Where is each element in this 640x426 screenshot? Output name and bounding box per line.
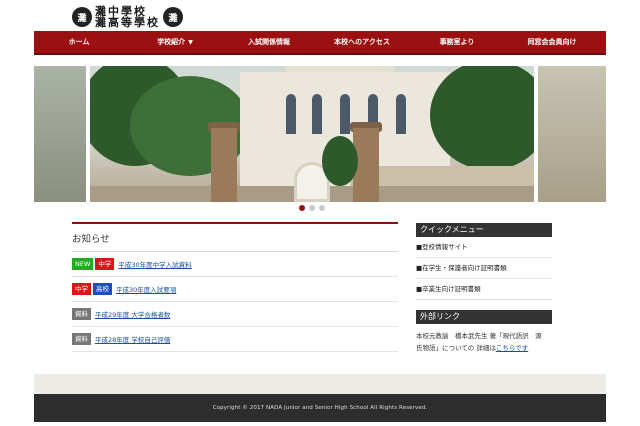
document-badge: 資料 <box>72 333 91 345</box>
slider-dot[interactable] <box>299 205 305 211</box>
slider-dot[interactable] <box>309 205 315 211</box>
news-link[interactable]: 平成29年度 大学合格者数 <box>95 309 170 319</box>
crest-icon: 灘 <box>72 7 92 27</box>
logo-line-senior: 灘高等學校 <box>95 16 160 29</box>
nav-admissions[interactable]: 入試関係情報 <box>226 37 312 47</box>
nav-access-label: 本校へのアクセス <box>334 38 390 46</box>
quick-menu-item-attendance[interactable]: ■登校情報サイト <box>416 237 552 258</box>
window <box>312 94 322 134</box>
crest-icon: 灘 <box>163 7 183 27</box>
high-school-badge: 高校 <box>93 283 112 295</box>
news-item: 資料 平成28年度 学校自己評価 <box>72 327 398 352</box>
slider-dots <box>299 205 325 211</box>
nav-home[interactable]: ホーム <box>34 37 124 47</box>
external-links-line2: 氏物語」についての 詳細はこちらです <box>416 342 552 354</box>
slide-school-building-image <box>90 66 534 202</box>
nav-about[interactable]: 学校紹介 ▼ <box>124 37 226 47</box>
news-link[interactable]: 平成28年度 学校自己評価 <box>95 334 170 344</box>
main-nav: ホーム 学校紹介 ▼ 入試関係情報 本校へのアクセス 事務室より 同窓会会員向け <box>34 31 606 55</box>
page: 灘 灘中學校 灘高等學校 灘 ホーム 学校紹介 ▼ 入試関係情報 本校へのアクセス… <box>34 0 606 426</box>
slide-prev-image[interactable] <box>34 66 86 202</box>
slide-next-image[interactable] <box>538 66 606 202</box>
quick-menu-item-alumni-certificates[interactable]: ■卒業生向け証明書類 <box>416 279 552 300</box>
document-badge: 資料 <box>72 308 91 320</box>
new-badge: NEW <box>72 258 94 270</box>
caret-down-icon: ▼ <box>188 39 193 46</box>
footer: Copyright © 2017 NADA Junior and Senior … <box>34 394 606 422</box>
details-link[interactable]: こちらです <box>496 344 528 352</box>
external-links-line1: 本校元教諭 橋本武先生 著「現代語訳 源 <box>416 332 542 340</box>
news-section: お知らせ NEW 中学 平成30年度中学入試資料 中学 高校 平成30年度入試要… <box>72 222 398 352</box>
external-links: 外部リンク 本校元教諭 橋本武先生 著「現代語訳 源 氏物語」についての 詳細は… <box>416 310 552 354</box>
nav-access[interactable]: 本校へのアクセス <box>312 37 412 47</box>
window <box>396 94 406 134</box>
school-logo[interactable]: 灘 灘中學校 灘高等學校 灘 <box>72 4 183 30</box>
junior-high-badge: 中学 <box>95 258 115 270</box>
news-heading: お知らせ <box>72 224 398 252</box>
gate-pillar <box>211 128 237 202</box>
nav-admissions-label: 入試関係情報 <box>248 38 290 46</box>
junior-high-badge: 中学 <box>72 283 91 295</box>
logo-text: 灘中學校 灘高等學校 <box>95 6 160 28</box>
nav-office-label: 事務室より <box>439 38 475 46</box>
nav-home-label: ホーム <box>68 38 90 46</box>
slider-dot[interactable] <box>319 205 325 211</box>
nav-alumni[interactable]: 同窓会会員向け <box>502 37 602 47</box>
nav-about-label: 学校紹介 <box>157 38 186 46</box>
copyright-text: Copyright © 2017 NADA Junior and Senior … <box>212 405 428 411</box>
quick-menu-item-student-certificates[interactable]: ■在学生・保護者向け証明書類 <box>416 258 552 279</box>
nav-alumni-label: 同窓会会員向け <box>527 38 577 46</box>
news-link[interactable]: 平成30年度入試要項 <box>116 284 176 294</box>
image-slider[interactable] <box>34 66 606 202</box>
external-links-text: 本校元教諭 橋本武先生 著「現代語訳 源 氏物語」についての 詳細はこちらです <box>416 324 552 354</box>
footer-band <box>34 374 606 394</box>
quick-menu-heading: クイックメニュー <box>416 223 552 237</box>
nav-office[interactable]: 事務室より <box>412 37 502 47</box>
news-item: 中学 高校 平成30年度入試要項 <box>72 277 398 302</box>
window <box>286 94 296 134</box>
news-link[interactable]: 平成30年度中学入試資料 <box>118 259 191 269</box>
news-item: NEW 中学 平成30年度中学入試資料 <box>72 252 398 277</box>
window <box>340 94 350 134</box>
quick-menu: クイックメニュー ■登校情報サイト ■在学生・保護者向け証明書類 ■卒業生向け証… <box>416 223 552 300</box>
pine-tree-image <box>322 136 358 186</box>
news-item: 資料 平成29年度 大学合格者数 <box>72 302 398 327</box>
external-links-heading: 外部リンク <box>416 310 552 324</box>
external-links-line2-text: 氏物語」についての 詳細は <box>416 344 496 352</box>
